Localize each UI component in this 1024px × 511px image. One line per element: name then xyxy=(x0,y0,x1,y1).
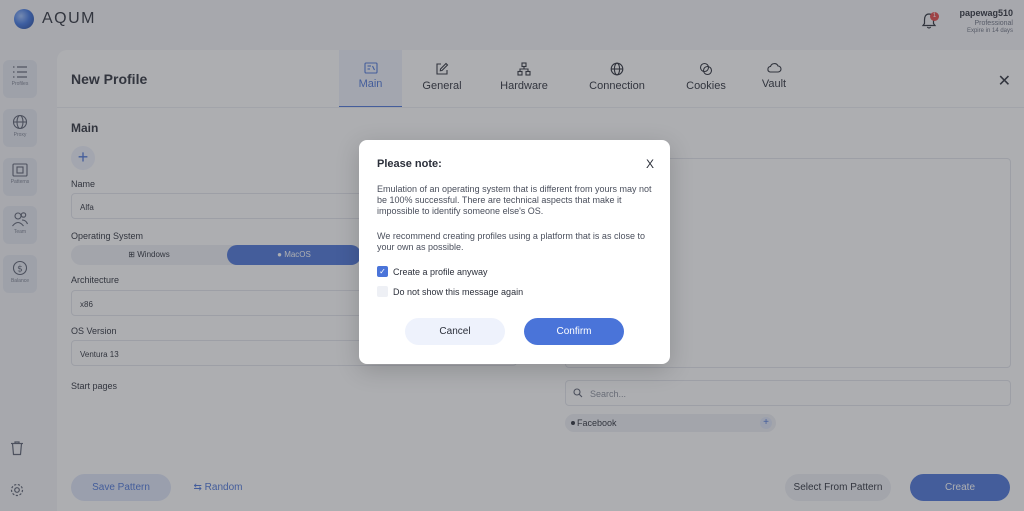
confirm-button[interactable]: Confirm xyxy=(524,318,624,345)
dialog-title: Please note: xyxy=(377,158,442,170)
os-warning-dialog: Please note: X Emulation of an operating… xyxy=(359,140,670,364)
dialog-paragraph-1: Emulation of an operating system that is… xyxy=(377,184,652,216)
do-not-show-checkbox[interactable] xyxy=(377,286,388,297)
dialog-close-icon[interactable]: X xyxy=(646,157,654,171)
do-not-show-label[interactable]: Do not show this message again xyxy=(393,287,523,297)
create-anyway-label[interactable]: Create a profile anyway xyxy=(393,267,488,277)
cancel-button[interactable]: Cancel xyxy=(405,318,505,345)
dialog-paragraph-2: We recommend creating profiles using a p… xyxy=(377,231,645,252)
create-anyway-checkbox[interactable]: ✓ xyxy=(377,266,388,277)
